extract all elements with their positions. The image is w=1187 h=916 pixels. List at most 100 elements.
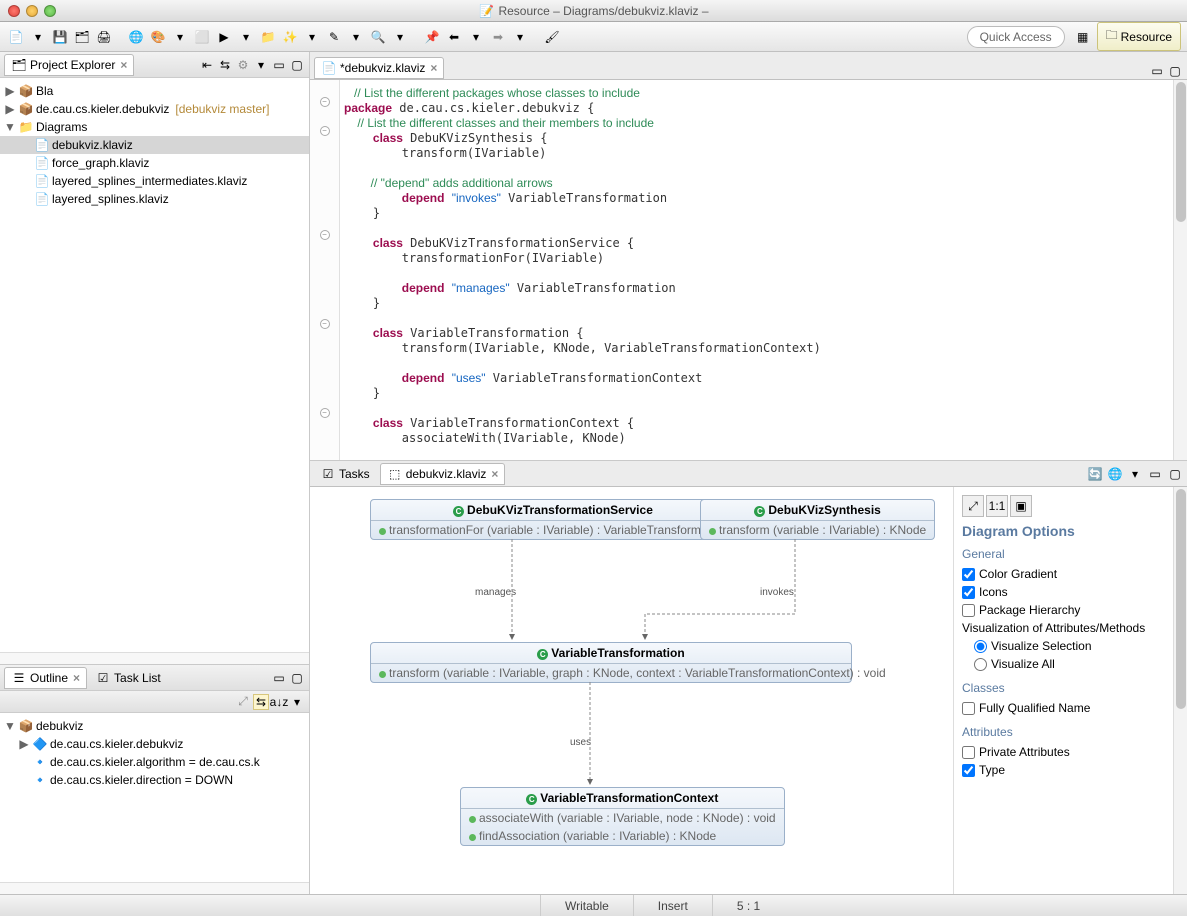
fold-marker-icon[interactable]: − [320, 319, 330, 329]
minimize-view-icon[interactable]: ▭ [271, 57, 287, 73]
view-menu-icon[interactable]: ▾ [289, 694, 305, 710]
collapse-all-icon[interactable]: ⇤ [199, 57, 215, 73]
link-editor-icon[interactable]: ⇆ [217, 57, 233, 73]
close-icon[interactable]: × [430, 61, 437, 75]
quick-access-button[interactable]: Quick Access [967, 26, 1065, 48]
link-icon[interactable]: ⇆ [253, 694, 269, 710]
minimize-window-button[interactable] [26, 5, 38, 17]
pin-icon[interactable]: 📌 [422, 27, 442, 47]
dropdown-icon[interactable]: ▾ [302, 27, 322, 47]
tree-row[interactable]: 📄debukviz.klaviz [0, 136, 309, 154]
fold-marker-icon[interactable]: − [320, 126, 330, 136]
maximize-view-icon[interactable]: ▢ [289, 670, 305, 686]
tree-row[interactable]: ▶🔷de.cau.cs.kieler.debukviz [0, 735, 309, 753]
fold-marker-icon[interactable]: − [320, 97, 330, 107]
save-all-icon[interactable]: 🗂 [72, 27, 92, 47]
dropdown-icon[interactable]: ▾ [466, 27, 486, 47]
diagram-node-transformation[interactable]: CVariableTransformation transform (varia… [370, 642, 852, 683]
option-viz-selection[interactable]: Visualize Selection [962, 637, 1165, 655]
tree-row[interactable]: 📄force_graph.klaviz [0, 154, 309, 172]
palette-icon[interactable]: 🎨 [148, 27, 168, 47]
folder-icon[interactable]: 📁 [258, 27, 278, 47]
close-icon[interactable]: × [73, 671, 80, 685]
refresh-icon[interactable]: 🔄 [1087, 466, 1103, 482]
new-icon[interactable]: 📄 [6, 27, 26, 47]
maximize-view-icon[interactable]: ▢ [1167, 63, 1183, 79]
outline-tree[interactable]: ▼📦debukviz ▶🔷de.cau.cs.kieler.debukviz 🔹… [0, 713, 309, 882]
filter-icon[interactable]: ⚙ [235, 57, 251, 73]
option-color-gradient[interactable]: Color Gradient [962, 565, 1165, 583]
dropdown-icon[interactable]: ▾ [510, 27, 530, 47]
layout-icon[interactable]: ⬜ [192, 27, 212, 47]
fold-marker-icon[interactable]: − [320, 408, 330, 418]
diagram-node-context[interactable]: CVariableTransformationContext associate… [460, 787, 785, 846]
option-private-attr[interactable]: Private Attributes [962, 743, 1165, 761]
run-icon[interactable]: ▶ [214, 27, 234, 47]
tree-row[interactable]: 🔹de.cau.cs.kieler.direction = DOWN [0, 771, 309, 789]
view-menu-icon[interactable]: ▾ [1127, 466, 1143, 482]
option-type[interactable]: Type [962, 761, 1165, 779]
tree-row[interactable]: ▼📦debukviz [0, 717, 309, 735]
project-explorer-tree[interactable]: ▶📦Bla ▶📦de.cau.cs.kieler.debukviz[debukv… [0, 78, 309, 652]
dropdown-icon[interactable]: ▾ [236, 27, 256, 47]
option-viz-all[interactable]: Visualize All [962, 655, 1165, 673]
diagram-node-synthesis[interactable]: CDebuKVizSynthesis transform (variable :… [700, 499, 935, 540]
fold-marker-icon[interactable]: − [320, 230, 330, 240]
tasklist-tab[interactable]: ☑ Task List [89, 668, 167, 688]
print-icon[interactable]: 🖨 [94, 27, 114, 47]
minimize-view-icon[interactable]: ▭ [1147, 466, 1163, 482]
globe-icon[interactable]: 🌐 [126, 27, 146, 47]
diagram-tab[interactable]: ⬚ debukviz.klaviz × [380, 463, 506, 485]
horizontal-scrollbar[interactable] [0, 652, 309, 664]
wand-icon[interactable]: ✨ [280, 27, 300, 47]
outline-tab[interactable]: ☰ Outline × [4, 667, 87, 689]
maximize-view-icon[interactable]: ▢ [1167, 466, 1183, 482]
expand-icon[interactable]: ⤢ [235, 694, 251, 710]
minimize-view-icon[interactable]: ▭ [271, 670, 287, 686]
vertical-scrollbar[interactable] [1173, 80, 1187, 460]
zoom-100-icon[interactable]: 1:1 [986, 495, 1008, 517]
code-editor[interactable]: − − − − − // List the different packages… [310, 80, 1187, 460]
tree-row[interactable]: ▼📁Diagrams [0, 118, 309, 136]
view-menu-icon[interactable]: ▾ [253, 57, 269, 73]
dropdown-icon[interactable]: ▾ [28, 27, 48, 47]
vertical-scrollbar[interactable] [1173, 487, 1187, 894]
code-area[interactable]: // List the different packages whose cla… [340, 80, 1173, 460]
diagram-canvas[interactable]: CDebuKVizTransformationService transform… [310, 487, 953, 894]
close-window-button[interactable] [8, 5, 20, 17]
tree-row[interactable]: ▶📦de.cau.cs.kieler.debukviz[debukviz mas… [0, 100, 309, 118]
tree-row[interactable]: 📄layered_splines_intermediates.klaviz [0, 172, 309, 190]
option-package-hierarchy[interactable]: Package Hierarchy [962, 601, 1165, 619]
close-icon[interactable]: × [120, 58, 127, 72]
zoom-fit-icon[interactable]: ▣ [1010, 495, 1032, 517]
diagram-node-service[interactable]: CDebuKVizTransformationService transform… [370, 499, 736, 540]
maximize-view-icon[interactable]: ▢ [289, 57, 305, 73]
perspective-resource-button[interactable]: 🗀 Resource [1097, 22, 1181, 51]
tasks-tab[interactable]: ☑ Tasks [314, 464, 376, 484]
brush-icon[interactable]: 🖌 [542, 27, 562, 47]
tree-row[interactable]: 🔹de.cau.cs.kieler.algorithm = de.cau.cs.… [0, 753, 309, 771]
search-icon[interactable]: 🔍 [368, 27, 388, 47]
dropdown-icon[interactable]: ▾ [346, 27, 366, 47]
dropdown-icon[interactable]: ▾ [170, 27, 190, 47]
maximize-window-button[interactable] [44, 5, 56, 17]
open-perspective-icon[interactable]: ▦ [1073, 27, 1093, 47]
zoom-icon[interactable]: 🌐 [1107, 466, 1123, 482]
fit-icon[interactable]: ⤢ [962, 495, 984, 517]
project-explorer-tab[interactable]: 🗂 Project Explorer × [4, 54, 134, 76]
forward-icon[interactable]: ➡ [488, 27, 508, 47]
tree-row[interactable]: 📄layered_splines.klaviz [0, 190, 309, 208]
option-fqn[interactable]: Fully Qualified Name [962, 699, 1165, 717]
minimize-view-icon[interactable]: ▭ [1149, 63, 1165, 79]
back-icon[interactable]: ⬅ [444, 27, 464, 47]
cursor-icon[interactable]: ✎ [324, 27, 344, 47]
close-icon[interactable]: × [491, 467, 498, 481]
editor-tab[interactable]: 📄 *debukviz.klaviz × [314, 57, 444, 79]
editor-gutter[interactable]: − − − − − [310, 80, 340, 460]
dropdown-icon[interactable]: ▾ [390, 27, 410, 47]
sort-icon[interactable]: a↓z [271, 694, 287, 710]
horizontal-scrollbar[interactable] [0, 882, 309, 894]
option-icons[interactable]: Icons [962, 583, 1165, 601]
save-icon[interactable]: 💾 [50, 27, 70, 47]
tree-row[interactable]: ▶📦Bla [0, 82, 309, 100]
